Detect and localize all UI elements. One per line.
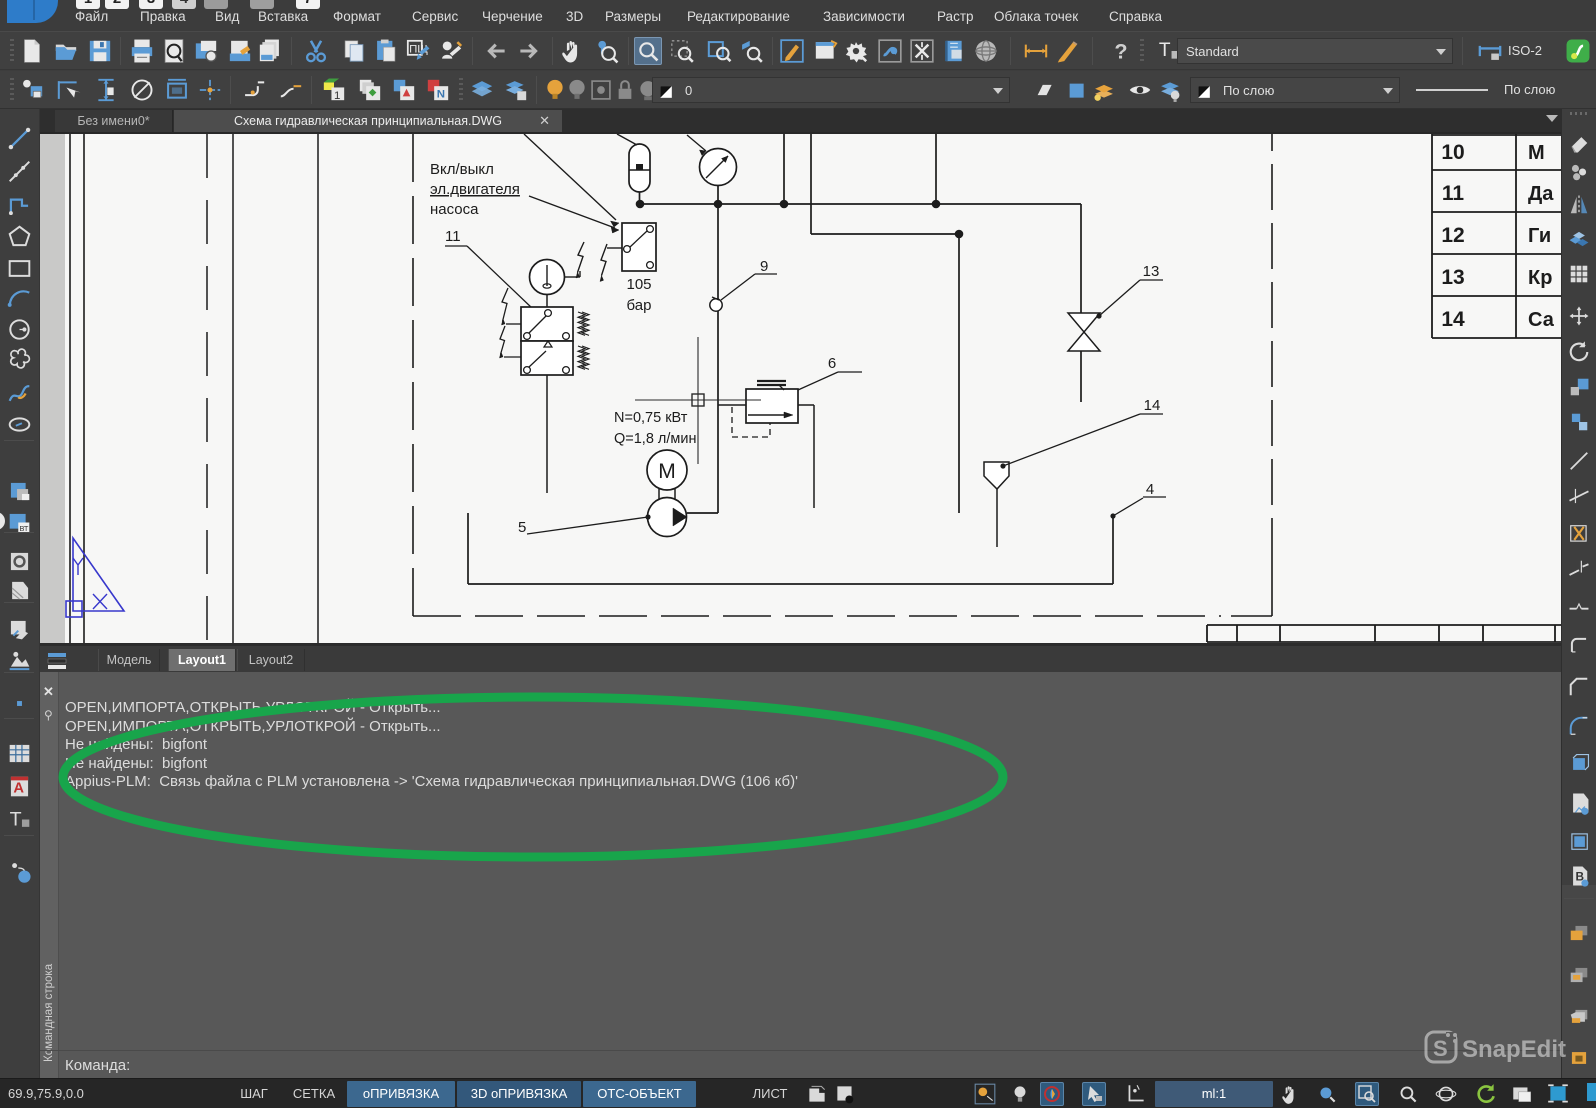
svg-text:Са: Са <box>1528 309 1555 331</box>
svg-text:1: 1 <box>334 90 340 102</box>
svg-text:Да: Да <box>1528 183 1554 205</box>
svg-text:T: T <box>10 809 22 831</box>
svg-text:S: S <box>1433 1036 1448 1061</box>
svg-text:Кр: Кр <box>1528 267 1552 289</box>
svg-text:бар: бар <box>627 297 652 314</box>
svg-text:?: ? <box>1114 39 1127 64</box>
svg-text:Вкл/выкл: Вкл/выкл <box>430 161 494 178</box>
svg-text:насоса: насоса <box>430 201 479 218</box>
svg-text:13: 13 <box>1441 266 1464 289</box>
svg-text:10: 10 <box>1441 141 1464 164</box>
svg-text:12: 12 <box>1441 224 1464 247</box>
svg-text:A: A <box>13 781 24 797</box>
svg-text:Q=1,8 л/мин: Q=1,8 л/мин <box>614 431 697 447</box>
svg-text:N=0,75 кВт: N=0,75 кВт <box>614 410 688 426</box>
svg-text:105: 105 <box>626 276 651 293</box>
svg-text:11: 11 <box>1442 182 1465 205</box>
svg-text:эл.двигателя: эл.двигателя <box>430 181 520 198</box>
svg-text:13: 13 <box>1143 263 1160 280</box>
svg-text:M: M <box>658 460 676 483</box>
svg-text:9: 9 <box>760 258 768 275</box>
svg-text:11: 11 <box>445 228 461 245</box>
svg-text:N: N <box>437 89 445 101</box>
svg-text:6: 6 <box>828 355 836 372</box>
svg-text:T: T <box>1159 40 1171 61</box>
svg-text:14: 14 <box>1144 397 1161 414</box>
svg-text:5: 5 <box>518 519 526 536</box>
svg-text:4: 4 <box>1146 481 1154 498</box>
svg-text:М: М <box>1528 142 1545 164</box>
svg-text:Ги: Ги <box>1528 225 1551 247</box>
svg-text:14: 14 <box>1441 308 1465 331</box>
svg-text:SnapEdit: SnapEdit <box>1462 1036 1566 1063</box>
